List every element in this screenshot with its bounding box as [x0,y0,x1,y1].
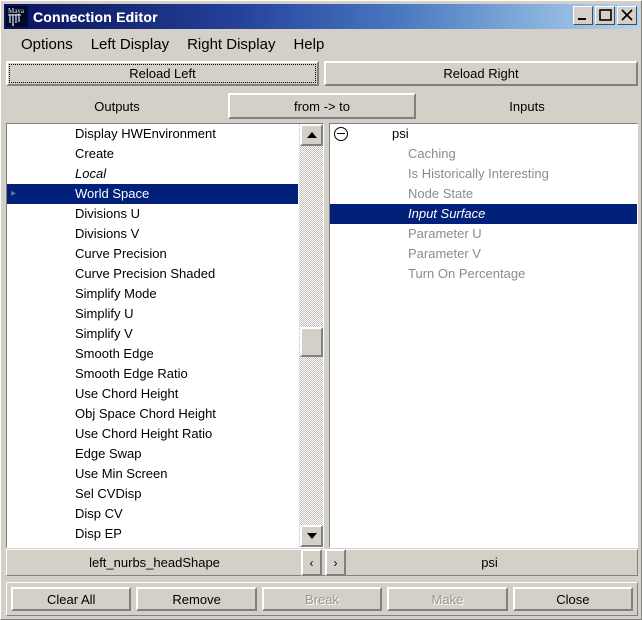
list-item[interactable]: Curve Precision [7,244,298,264]
make-button: Make [387,587,507,611]
node-name-bar: left_nurbs_headShape ‹ › psi [6,549,638,576]
menu-item-options[interactable]: Options [12,35,82,55]
list-item[interactable]: Local [7,164,298,184]
connection-editor-window: Maya Connection Editor [0,0,642,620]
break-button: Break [262,587,382,611]
list-item[interactable]: Simplify V [7,324,298,344]
svg-text:Maya: Maya [8,7,25,15]
maximize-button[interactable] [595,6,615,25]
direction-toggle-button[interactable]: from -> to [228,93,416,119]
list-item-label: World Space [75,186,149,201]
direction-row: Outputs from -> to Inputs [6,93,638,119]
list-item[interactable]: Is Historically Interesting [330,164,637,184]
window-title: Connection Editor [33,9,158,25]
list-item[interactable]: Edge Swap [7,444,298,464]
scroll-down-icon[interactable] [300,525,323,547]
clear-all-button[interactable]: Clear All [11,587,131,611]
action-button-bar: Clear All Remove Break Make Close [6,582,638,616]
list-item[interactable]: Display HWEnvironment [7,124,298,144]
reload-left-button[interactable]: Reload Left [6,61,319,86]
inputs-label: Inputs [416,93,638,119]
close-button[interactable] [617,6,637,25]
list-item[interactable]: Divisions V [7,224,298,244]
node-nav-buttons: ‹ › [301,549,346,576]
list-item[interactable]: Sel CVDisp [7,484,298,504]
window-controls [573,6,637,25]
right-attribute-panel: psi Caching Is Historically Interesting … [329,123,638,548]
list-item[interactable]: Use Min Screen [7,464,298,484]
reload-right-button[interactable]: Reload Right [324,61,638,86]
scroll-up-icon[interactable] [300,124,323,146]
list-item[interactable]: Turn On Percentage [330,264,637,284]
reload-button-row: Reload Left Reload Right [6,61,638,86]
scrollbar-thumb[interactable] [300,327,323,357]
prev-node-button[interactable]: ‹ [301,549,322,576]
selection-marker-icon: ▸ [11,188,18,199]
list-item[interactable]: Use Chord Height [7,384,298,404]
list-item[interactable]: Simplify Mode [7,284,298,304]
close-button-bottom[interactable]: Close [513,587,633,611]
list-item[interactable]: Curve Precision Shaded [7,264,298,284]
collapse-minus-icon[interactable] [334,127,348,141]
list-item[interactable]: Simplify U [7,304,298,324]
right-node-name: psi [342,550,637,575]
list-item[interactable]: Disp CV [7,504,298,524]
left-attribute-list[interactable]: Display HWEnvironment Create Local ▸ Wor… [7,124,298,547]
list-item[interactable]: Smooth Edge Ratio [7,364,298,384]
tree-root-label: psi [392,126,409,141]
right-attribute-list[interactable]: psi Caching Is Historically Interesting … [330,124,637,547]
list-item[interactable]: Divisions U [7,204,298,224]
list-item-selected[interactable]: ▸ World Space [7,184,298,204]
title-bar: Maya Connection Editor [4,4,640,29]
list-item[interactable]: Create [7,144,298,164]
tree-root-node[interactable]: psi [330,124,637,144]
list-item[interactable]: Disp EP [7,524,298,544]
menu-item-right-display[interactable]: Right Display [178,35,284,55]
left-panel-scrollbar[interactable] [298,124,323,547]
left-node-name: left_nurbs_headShape [7,550,302,575]
list-item[interactable]: Obj Space Chord Height [7,404,298,424]
left-attribute-panel: Display HWEnvironment Create Local ▸ Wor… [6,123,324,548]
minimize-button[interactable] [573,6,593,25]
list-item[interactable]: Parameter U [330,224,637,244]
list-item[interactable]: Use Chord Height Ratio [7,424,298,444]
maya-logo-icon: Maya [6,6,28,27]
list-item[interactable]: Node State [330,184,637,204]
panels-container: Display HWEnvironment Create Local ▸ Wor… [6,123,638,548]
outputs-label: Outputs [6,93,228,119]
menu-item-help[interactable]: Help [284,35,333,55]
list-item[interactable]: Caching [330,144,637,164]
menu-bar: Options Left Display Right Display Help [4,33,640,57]
remove-button[interactable]: Remove [136,587,256,611]
list-item[interactable]: Smooth Edge [7,344,298,364]
menu-item-left-display[interactable]: Left Display [82,35,178,55]
list-item[interactable]: Parameter V [330,244,637,264]
list-item-selected[interactable]: Input Surface [330,204,637,224]
